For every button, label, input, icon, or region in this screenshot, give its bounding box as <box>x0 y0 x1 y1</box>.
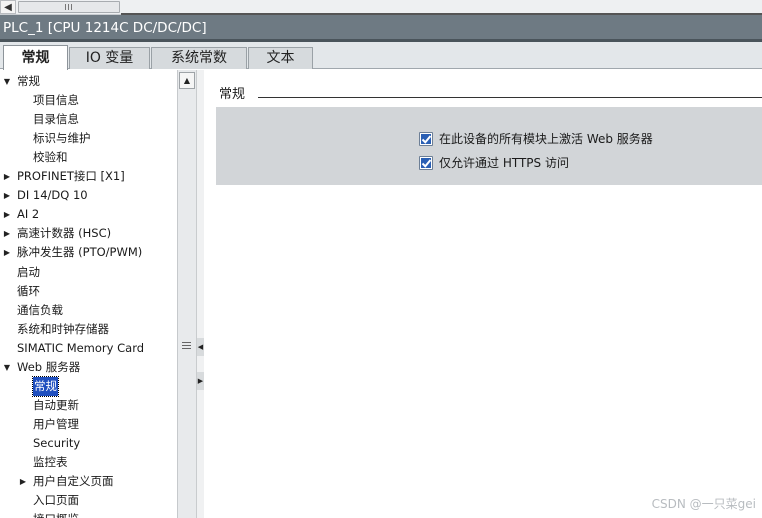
tree-item-label: 用户管理 <box>33 417 79 431</box>
tab-system-constants[interactable]: 系统常数 <box>151 47 247 69</box>
tree-item-label: 通信负载 <box>17 303 63 317</box>
tab-io-tags[interactable]: IO 变量 <box>69 47 150 69</box>
tree-item-label: 系统和时钟存储器 <box>17 322 109 336</box>
tree-item-label: SIMATIC Memory Card <box>17 341 145 355</box>
tree-item-label: 校验和 <box>33 150 68 164</box>
tab-general[interactable]: 常规 <box>3 45 68 70</box>
content-panel: 常规 在此设备的所有模块上激活 Web 服务器 仅允许通过 HTTPS 访问 <box>205 70 762 518</box>
tree-item-label: Security <box>33 436 81 450</box>
tree-item-label: 高速计数器 (HSC) <box>17 226 112 240</box>
tree-item-label: 启动 <box>17 265 40 279</box>
chevron-up-icon[interactable]: ▲ <box>179 72 195 89</box>
tree-item-label: 标识与维护 <box>33 131 91 145</box>
chevron-left-icon[interactable]: ◀ <box>0 0 16 14</box>
window-title: PLC_1 [CPU 1214C DC/DC/DC] <box>0 15 762 42</box>
navigation-tree: ▼ 常规 项目信息 目录信息 标识与维护 校验和 ▶ PROFINET接口 [X1] ▶ DI 1… <box>0 70 177 518</box>
triangle-down-icon[interactable]: ▼ <box>2 72 12 91</box>
tree-item-label: 常规 <box>32 376 59 397</box>
tree-item-label: Web 服务器 <box>17 360 81 374</box>
triangle-right-icon[interactable]: ▶ <box>2 205 12 224</box>
triangle-right-icon[interactable]: ▶ <box>2 224 12 243</box>
vertical-scrollbar[interactable]: ▲ <box>177 70 196 518</box>
tree-item-label: 脉冲发生器 (PTO/PWM) <box>17 245 143 259</box>
expand-right-icon[interactable]: ▶ <box>197 372 204 390</box>
tree-item-label: 用户自定义页面 <box>33 474 114 488</box>
triangle-right-icon[interactable]: ▶ <box>2 186 12 205</box>
option-label: 在此设备的所有模块上激活 Web 服务器 <box>439 132 653 146</box>
web-server-options: 在此设备的所有模块上激活 Web 服务器 仅允许通过 HTTPS 访问 <box>216 107 762 185</box>
triangle-down-icon[interactable]: ▼ <box>2 358 12 377</box>
tree-item-label: 循环 <box>17 284 40 298</box>
watermark: CSDN @一只菜gei <box>651 497 756 511</box>
tab-texts[interactable]: 文本 <box>248 47 313 69</box>
panel-splitter[interactable]: ◀ ▶ <box>196 70 204 518</box>
tree-item-label: 目录信息 <box>33 112 79 126</box>
tree-item-label: 入口页面 <box>33 493 79 507</box>
properties-window: ◀ PLC_1 [CPU 1214C DC/DC/DC] 常规 IO 变量 系统… <box>0 0 762 518</box>
checkbox-activate-web-server[interactable] <box>419 132 433 146</box>
tree-item-label: 项目信息 <box>33 93 79 107</box>
triangle-right-icon[interactable]: ▶ <box>2 167 12 186</box>
tree-item-label: DI 14/DQ 10 <box>17 188 88 202</box>
triangle-right-icon[interactable]: ▶ <box>2 243 12 262</box>
collapse-left-icon[interactable]: ◀ <box>197 338 204 356</box>
checkbox-https-only[interactable] <box>419 156 433 170</box>
section-title: 常规 <box>219 87 246 102</box>
section-divider <box>258 97 762 98</box>
scrollbar-grip-icon[interactable] <box>182 342 191 349</box>
option-label: 仅允许通过 HTTPS 访问 <box>439 156 569 170</box>
triangle-right-icon[interactable]: ▶ <box>18 472 28 491</box>
scrollbar-thumb[interactable] <box>18 1 120 13</box>
horizontal-scrollbar[interactable]: ◀ <box>0 0 762 15</box>
tab-bar: 常规 IO 变量 系统常数 文本 <box>0 42 762 70</box>
tree-item-label: PROFINET接口 [X1] <box>17 169 125 183</box>
checkmark-icon <box>421 159 432 168</box>
tree-item-label: 常规 <box>17 74 40 88</box>
tree-item-label: 接口概览 <box>33 510 79 518</box>
tree-item-label: 自动更新 <box>33 398 79 412</box>
tree-item-label: AI 2 <box>17 207 40 221</box>
tree-item-label: 监控表 <box>33 455 68 469</box>
checkmark-icon <box>421 135 432 144</box>
